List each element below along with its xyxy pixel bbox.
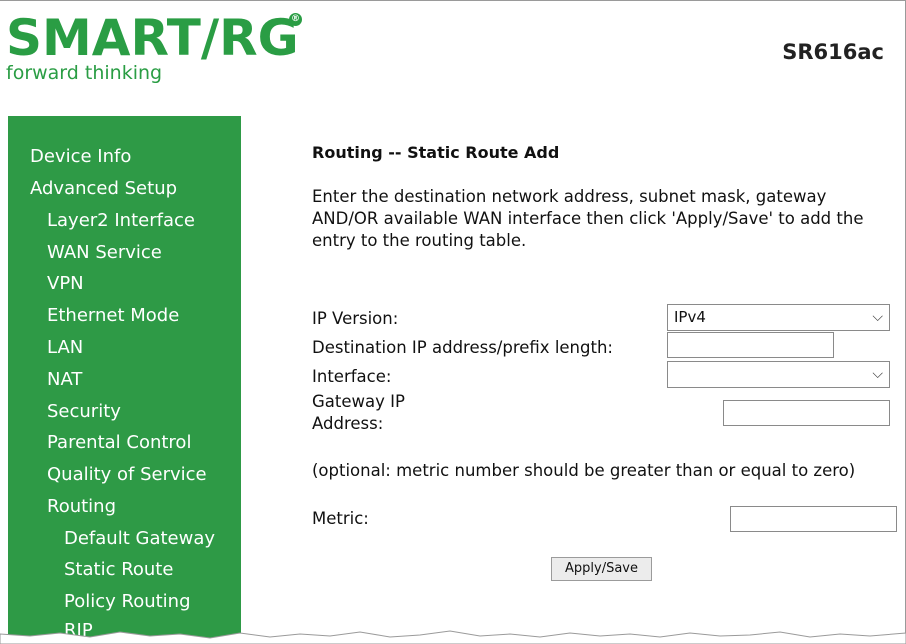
destination-input[interactable] [667, 332, 834, 358]
interface-select[interactable]: ⌵ [667, 361, 890, 388]
ip-version-label: IP Version: [312, 309, 399, 328]
gateway-input[interactable] [723, 400, 890, 426]
device-model: SR616ac [782, 40, 884, 64]
sidebar-item-static-route[interactable]: Static Route [64, 559, 173, 580]
sidebar-item-security[interactable]: Security [47, 401, 121, 422]
ip-version-value: IPv4 [674, 308, 706, 326]
logo-text: SMART/RG [6, 9, 299, 67]
sidebar-item-advanced-setup[interactable]: Advanced Setup [30, 178, 177, 199]
apply-save-button[interactable]: Apply/Save [551, 557, 652, 581]
destination-label: Destination IP address/prefix length: [312, 338, 613, 357]
metric-note: (optional: metric number should be great… [312, 461, 856, 480]
metric-input[interactable] [730, 506, 897, 532]
page-title: Routing -- Static Route Add [312, 143, 560, 162]
sidebar-item-device-info[interactable]: Device Info [30, 146, 131, 167]
sidebar-item-quality-of-service[interactable]: Quality of Service [47, 464, 207, 485]
sidebar-item-ethernet-mode[interactable]: Ethernet Mode [47, 305, 179, 326]
window-top-border [0, 0, 906, 1]
sidebar: Device Info Advanced Setup Layer2 Interf… [8, 116, 241, 644]
sidebar-item-layer2-interface[interactable]: Layer2 Interface [47, 210, 195, 231]
brand-logo: SMART/RG ® forward thinking [6, 9, 302, 84]
torn-edge [0, 630, 906, 644]
chevron-down-icon: ⌵ [872, 366, 883, 382]
sidebar-item-parental-control[interactable]: Parental Control [47, 432, 191, 453]
sidebar-item-wan-service[interactable]: WAN Service [47, 242, 162, 263]
chevron-down-icon: ⌵ [872, 309, 883, 325]
ip-version-select[interactable]: IPv4 ⌵ [667, 304, 890, 331]
metric-label: Metric: [312, 509, 369, 528]
sidebar-item-policy-routing[interactable]: Policy Routing [64, 591, 191, 612]
sidebar-item-lan[interactable]: LAN [47, 337, 83, 358]
sidebar-item-vpn[interactable]: VPN [47, 273, 84, 294]
sidebar-item-routing[interactable]: Routing [47, 496, 116, 517]
interface-label: Interface: [312, 367, 392, 386]
sidebar-item-nat[interactable]: NAT [47, 369, 82, 390]
page-description: Enter the destination network address, s… [312, 187, 864, 250]
registered-mark-icon: ® [289, 13, 302, 26]
gateway-label: Gateway IP Address: [312, 392, 405, 433]
sidebar-item-default-gateway[interactable]: Default Gateway [64, 528, 215, 549]
